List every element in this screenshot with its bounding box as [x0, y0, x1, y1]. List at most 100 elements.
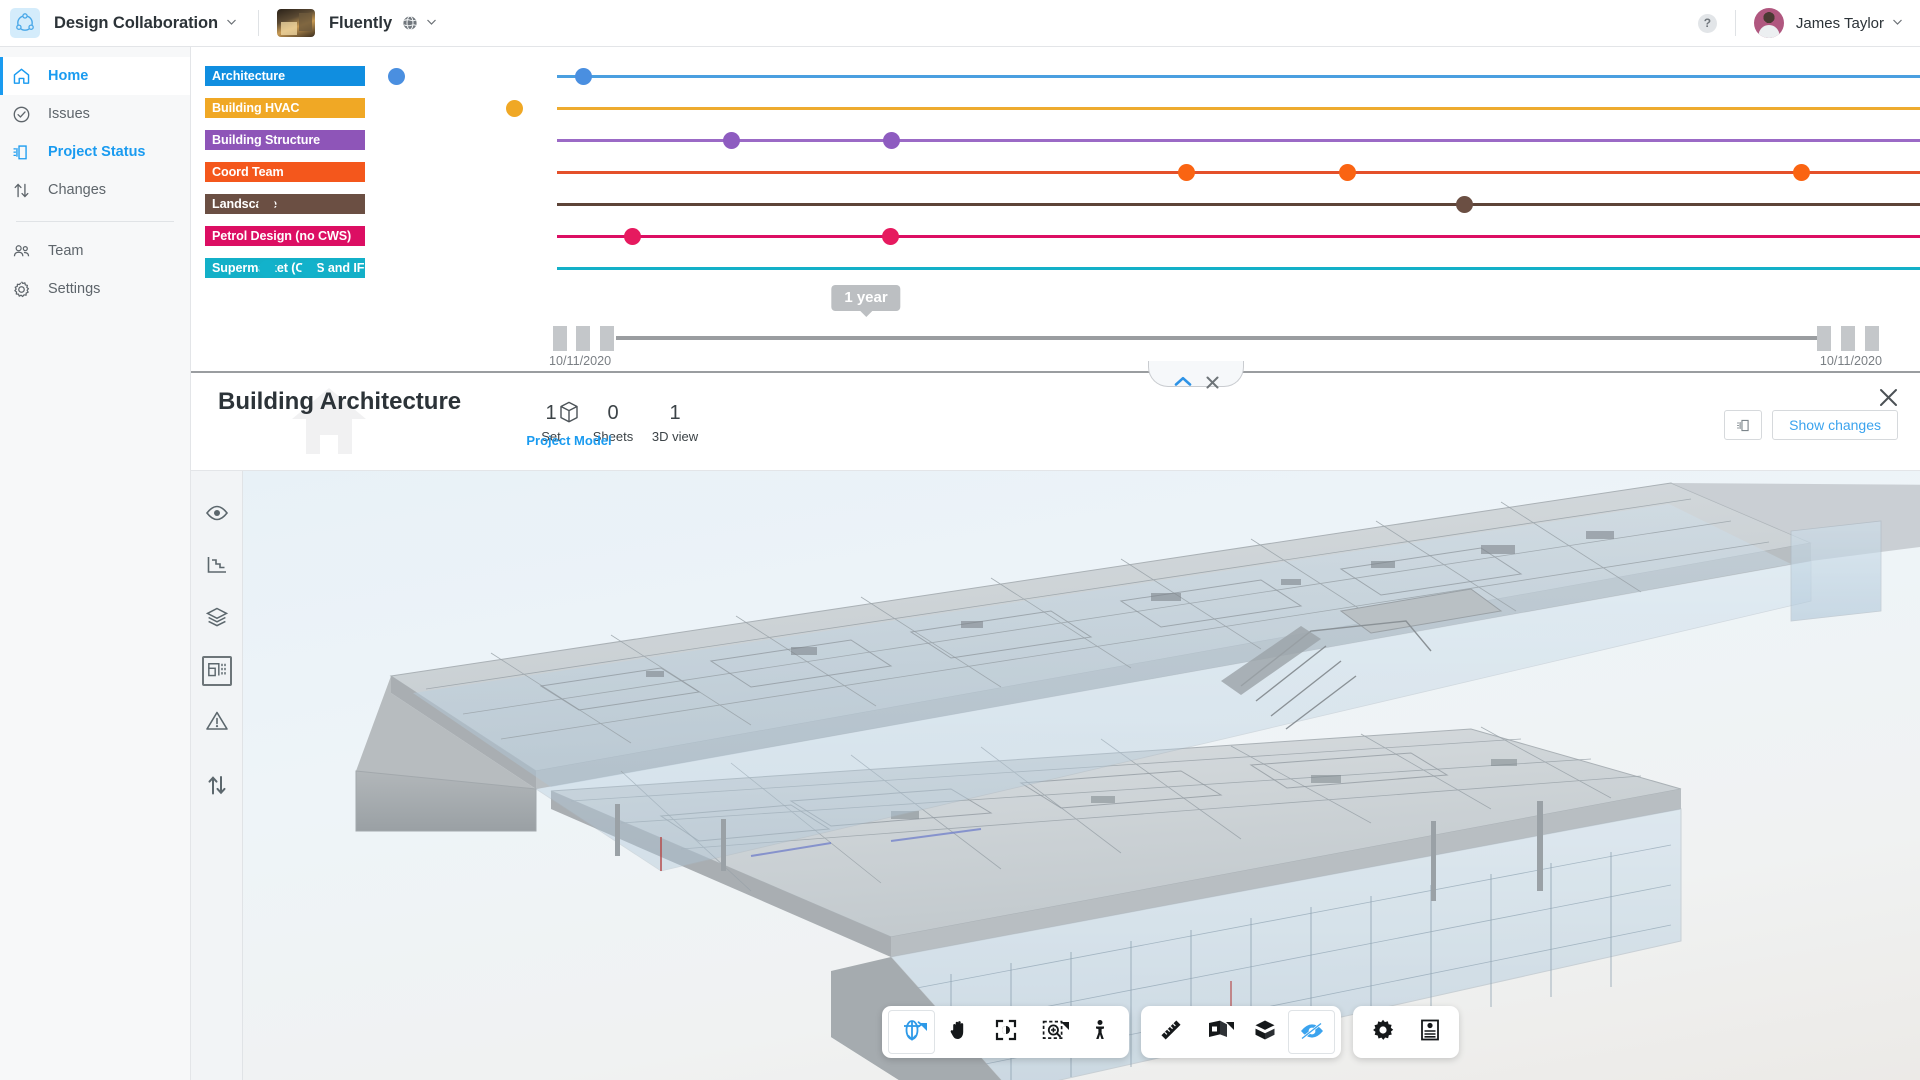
timeline-controls — [1148, 361, 1244, 397]
timeline-milestone-dot[interactable] — [1177, 163, 1195, 181]
section-cube-tool[interactable] — [1194, 1010, 1241, 1054]
orbit-tool[interactable] — [888, 1010, 935, 1054]
sidebar-item-label: Settings — [48, 281, 101, 297]
changes-tool[interactable] — [191, 761, 242, 813]
explode-tool[interactable] — [1241, 1010, 1288, 1054]
timeline-milestone-dot[interactable] — [258, 259, 276, 277]
timeline-row-chip[interactable]: Building HVAC — [205, 98, 365, 118]
timeline-milestone-dot[interactable] — [505, 99, 523, 117]
zoom-tool[interactable] — [1029, 1010, 1076, 1054]
chevron-down-icon[interactable] — [427, 18, 437, 28]
hide-tool[interactable] — [1288, 1010, 1335, 1054]
sidebar-item-settings[interactable]: Settings — [0, 270, 190, 308]
model-viewer[interactable] — [191, 471, 1920, 1080]
sidebar-item-team[interactable]: Team — [0, 232, 190, 270]
timeline-track — [557, 267, 1920, 270]
sidebar-item-label: Home — [48, 68, 89, 84]
timeline-row[interactable]: Landscape — [191, 194, 1920, 226]
timeline-scrubber[interactable]: 10/11/2020 10/11/2020 — [191, 309, 1920, 371]
timeline-track — [557, 171, 1920, 174]
scrubber-handle-left[interactable] — [553, 326, 567, 351]
avatar[interactable] — [1753, 8, 1784, 38]
timeline-row-chip[interactable]: Architecture — [205, 66, 365, 86]
scrubber-track — [616, 336, 1825, 340]
layers-tool[interactable] — [191, 593, 242, 645]
timeline-milestone-dot[interactable] — [574, 67, 592, 85]
timeline-milestone-dot[interactable] — [881, 227, 899, 245]
compare-versions-icon[interactable] — [1724, 410, 1763, 440]
timeline-row-chip[interactable]: Landscape — [205, 194, 365, 214]
first-person-tool[interactable] — [1076, 1010, 1123, 1054]
timeline-milestone-dot[interactable] — [1455, 195, 1473, 213]
scrubber-handle-right[interactable] — [1817, 326, 1831, 351]
help-icon[interactable]: ? — [1697, 13, 1717, 33]
app-name[interactable]: Design Collaboration — [54, 14, 218, 33]
ruler-icon — [1159, 1018, 1183, 1047]
visibility-tool[interactable] — [191, 489, 242, 541]
timeline-row[interactable]: Petrol Design (no CWS) — [191, 226, 1920, 258]
show-changes-button[interactable]: Show changes — [1772, 410, 1898, 440]
tool-options-triangle-icon[interactable] — [1226, 1017, 1234, 1035]
sidebar-item-changes[interactable]: Changes — [0, 171, 190, 209]
divider — [1734, 10, 1736, 36]
measure-tool[interactable] — [1147, 1010, 1194, 1054]
sidebar-item-home[interactable]: Home — [0, 57, 190, 95]
fit-view-tool[interactable] — [982, 1010, 1029, 1054]
issues-tool[interactable] — [191, 697, 242, 749]
timeline-milestone-dot[interactable] — [1792, 163, 1810, 181]
timeline-row-chip[interactable]: Supermarket (CWS and IFC — [205, 258, 365, 278]
scrubber-end-date: 10/11/2020 — [1819, 354, 1882, 368]
viewer-settings[interactable] — [1359, 1010, 1406, 1054]
gear-icon — [12, 280, 38, 299]
sidebar-item-issues[interactable]: Issues — [0, 95, 190, 133]
timeline-milestone-dot[interactable] — [257, 195, 275, 213]
stat-project-model[interactable]: Project Model — [520, 400, 618, 1009]
model-browser-tool[interactable] — [191, 645, 242, 697]
viewer-bottom-toolbar — [882, 1006, 1459, 1058]
timeline-milestone-dot[interactable] — [623, 227, 641, 245]
viewer-side-toolbar — [191, 471, 243, 1080]
section-tool[interactable] — [191, 541, 242, 593]
timeline-row-label: Supermarket (CWS and IFC — [212, 261, 365, 275]
top-bar-right: ? James Taylor — [1697, 8, 1920, 38]
tool-options-triangle-icon[interactable] — [1061, 1017, 1069, 1035]
scrubber-handle-right[interactable] — [1865, 326, 1879, 351]
chevron-up-icon[interactable] — [1174, 376, 1192, 387]
close-icon[interactable] — [1879, 388, 1898, 412]
timeline-row-chip[interactable]: Building Structure — [205, 130, 365, 150]
project-name[interactable]: Fluently — [329, 14, 392, 33]
scrubber-handle-right[interactable] — [1841, 326, 1855, 351]
gear-icon — [1371, 1018, 1395, 1047]
timeline-row[interactable]: Coord Team — [191, 162, 1920, 194]
timeline-row-label: Building Structure — [212, 133, 321, 147]
properties-panel[interactable] — [1406, 1010, 1453, 1054]
timeline-milestone-dot[interactable] — [1338, 163, 1356, 181]
design-collaboration-logo[interactable] — [10, 8, 40, 38]
sidebar: Home Issues Project Status Changes Team … — [0, 47, 191, 1080]
timeline-row-chip[interactable]: Coord Team — [205, 162, 365, 182]
scrubber-handle-left[interactable] — [576, 326, 590, 351]
chevron-down-icon[interactable] — [1893, 18, 1902, 28]
timeline-row[interactable]: Building Structure — [191, 130, 1920, 162]
timeline-milestone-dot[interactable] — [722, 131, 740, 149]
scrubber-handle-left[interactable] — [600, 326, 614, 351]
timeline-milestone-dot[interactable] — [387, 67, 405, 85]
sidebar-item-project-status[interactable]: Project Status — [0, 133, 190, 171]
timeline-milestone-dot[interactable] — [300, 259, 318, 277]
timeline-row[interactable]: Supermarket (CWS and IFC — [191, 258, 1920, 290]
timeline-track — [557, 107, 1920, 110]
timeline-track — [557, 235, 1920, 238]
timeline-row[interactable]: Building HVAC — [191, 98, 1920, 130]
sidebar-item-label: Team — [48, 243, 84, 259]
close-icon[interactable] — [1206, 376, 1219, 389]
tool-options-triangle-icon[interactable] — [919, 1018, 927, 1036]
navigation-group — [882, 1006, 1129, 1058]
timeline-row-chip[interactable]: Petrol Design (no CWS) — [205, 226, 365, 246]
stat-3d-views[interactable]: 1 3D view — [644, 400, 706, 444]
timeline-track — [557, 139, 1920, 142]
pan-tool[interactable] — [935, 1010, 982, 1054]
timeline-row[interactable]: Architecture — [191, 66, 1920, 98]
user-name[interactable]: James Taylor — [1796, 15, 1884, 32]
chevron-down-icon[interactable] — [227, 18, 236, 28]
timeline-milestone-dot[interactable] — [882, 131, 900, 149]
